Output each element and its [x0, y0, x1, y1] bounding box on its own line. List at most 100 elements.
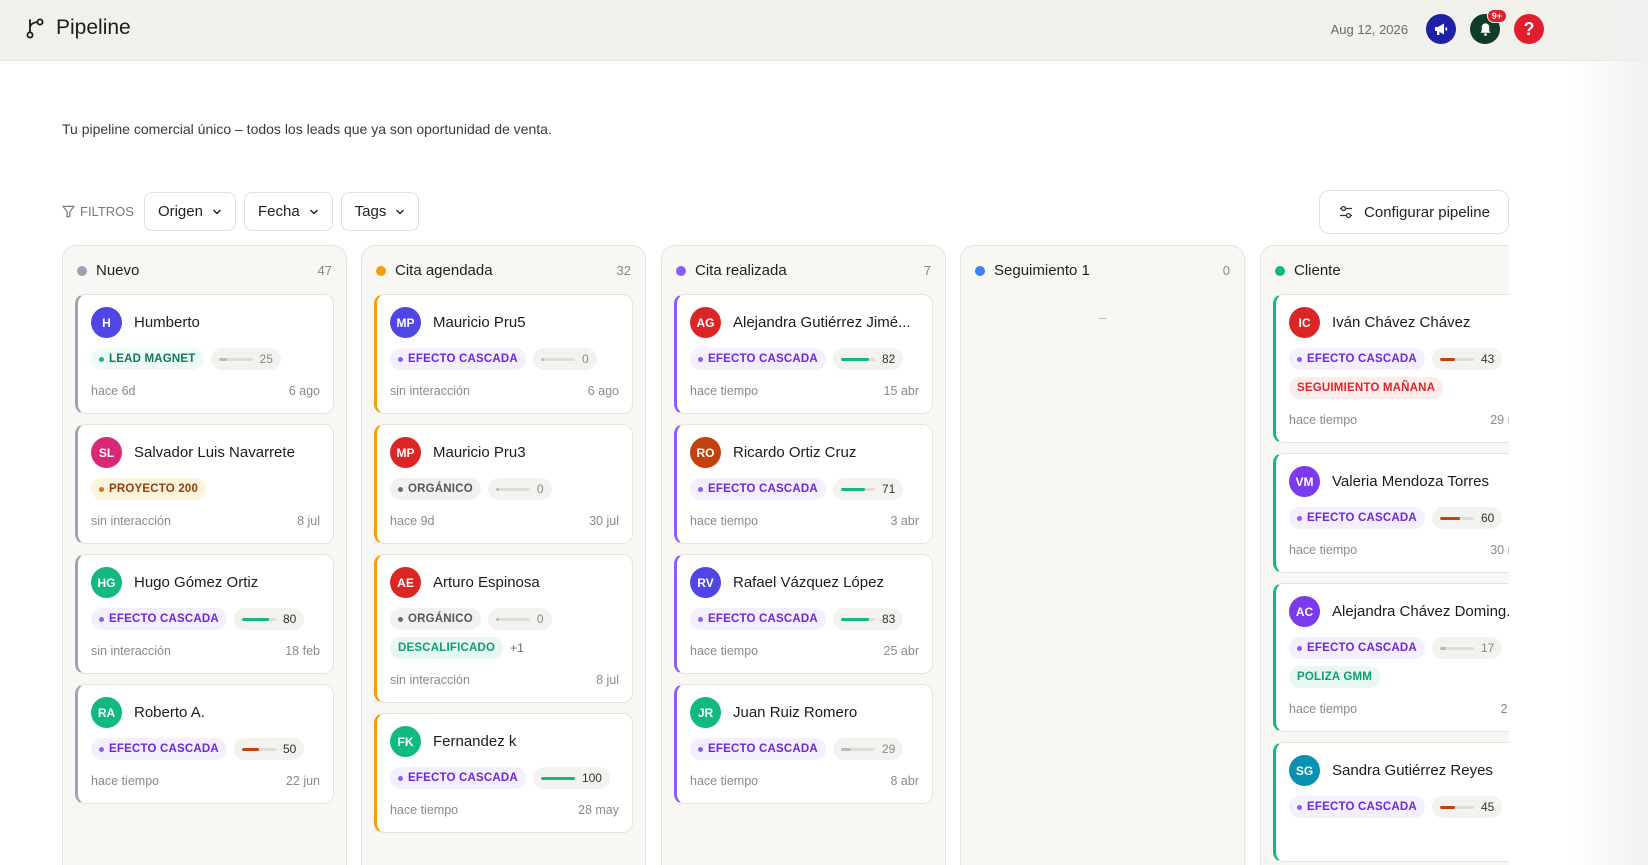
lead-score-value: 50 [282, 742, 297, 756]
card-tags-row: LEAD MAGNET 25 [91, 348, 281, 370]
lead-score-value: 80 [282, 612, 297, 626]
lead-name: Alejandra Chávez Doming... [1332, 603, 1509, 620]
top-bar: Pipeline Aug 12, 2026 9+ ? [0, 0, 1648, 61]
lead-name: Salvador Luis Navarrete [134, 444, 295, 461]
source-tag: EFECTO CASCADA [390, 348, 526, 370]
pipeline-column: Cita agendada 32 MP Mauricio Pru5 EFECTO CAS… [361, 245, 646, 865]
last-interaction: sin interacción [91, 644, 171, 658]
help-button[interactable]: ? [1514, 14, 1544, 44]
column-count: 47 [317, 263, 332, 278]
source-tag-label: EFECTO CASCADA [408, 353, 518, 365]
avatar: RA [91, 697, 122, 728]
avatar: JR [690, 697, 721, 728]
filter-tags-label: Tags [354, 203, 387, 220]
score-bar [495, 487, 530, 491]
card-header: AG Alejandra Gutiérrez Jimé... [690, 307, 922, 338]
lead-card[interactable]: MP Mauricio Pru5 EFECTO CASCADA 0 sin intera… [374, 294, 633, 414]
configure-pipeline-button[interactable]: Configurar pipeline [1319, 190, 1509, 234]
pipeline-board: Nuevo 47 H Humberto LEAD MAGNET 25 hace 6d 6 ag… [62, 245, 1509, 865]
column-header: Cita realizada 7 [676, 262, 931, 279]
lead-score: 17 [1431, 637, 1503, 659]
lead-card[interactable]: H Humberto LEAD MAGNET 25 hace 6d 6 ago [75, 294, 334, 414]
lead-card[interactable]: SL Salvador Luis Navarrete PROYECTO 200 sin… [75, 424, 334, 544]
lead-name: Fernandez k [433, 733, 517, 750]
lead-score: 0 [487, 478, 552, 500]
column-status-dot [77, 265, 87, 276]
source-tag: EFECTO CASCADA [390, 767, 526, 789]
status-tag: SEGUIMIENTO MAÑANA [1289, 377, 1444, 399]
filter-tags-dropdown[interactable]: Tags [340, 192, 420, 231]
lead-name: Roberto A. [134, 704, 205, 721]
card-header: JR Juan Ruiz Romero [690, 697, 922, 728]
lead-card[interactable]: FK Fernandez k EFECTO CASCADA 100 hace tiemp… [374, 713, 633, 833]
lead-score: 83 [832, 608, 904, 630]
lead-card[interactable]: AG Alejandra Gutiérrez Jimé... EFECTO CASC… [674, 294, 933, 414]
source-tag-label: EFECTO CASCADA [408, 772, 518, 784]
lead-card[interactable]: IC Iván Chávez Chávez EFECTO CASCADA 43 SEGU… [1273, 294, 1509, 443]
lead-card[interactable]: RO Ricardo Ortiz Cruz EFECTO CASCADA 71 hace… [674, 424, 933, 544]
pipeline-icon [26, 18, 44, 39]
source-tag-label: EFECTO CASCADA [708, 353, 818, 365]
tag-dot-icon [398, 356, 403, 362]
card-header: HG Hugo Gómez Ortiz [91, 567, 323, 598]
lead-score-value: 29 [881, 742, 896, 756]
filter-fecha-dropdown[interactable]: Fecha [243, 192, 333, 231]
last-interaction: hace tiempo [91, 774, 160, 788]
lead-name: Juan Ruiz Romero [733, 704, 858, 721]
card-date: 22 jun [285, 774, 320, 788]
lead-score-value: 43 [1480, 352, 1495, 366]
notifications-button[interactable]: 9+ [1470, 9, 1507, 44]
lead-card[interactable]: JR Juan Ruiz Romero EFECTO CASCADA 29 hace t… [674, 684, 933, 804]
announcements-button[interactable] [1426, 14, 1456, 44]
source-tag-label: EFECTO CASCADA [1307, 801, 1417, 813]
card-header: RO Ricardo Ortiz Cruz [690, 437, 922, 468]
source-tag: EFECTO CASCADA [1289, 507, 1425, 529]
source-tag: ORGÁNICO [390, 478, 481, 500]
filter-origen-dropdown[interactable]: Origen [143, 192, 236, 231]
lead-score: 80 [233, 608, 305, 630]
tag-dot-icon [698, 356, 703, 362]
source-tag-label: EFECTO CASCADA [109, 613, 219, 625]
lead-card[interactable]: MP Mauricio Pru3 ORGÁNICO 0 hace 9d 30 jul [374, 424, 633, 544]
top-actions: Aug 12, 2026 9+ ? [1330, 9, 1544, 44]
lead-card[interactable]: HG Hugo Gómez Ortiz EFECTO CASCADA 80 sin in… [75, 554, 334, 674]
tag-dot-icon [99, 746, 104, 752]
lead-card[interactable]: AC Alejandra Chávez Doming... EFECTO CASCA… [1273, 583, 1509, 732]
score-bar-fill [241, 617, 270, 621]
lead-card[interactable]: AE Arturo Espinosa ORGÁNICO 0 DESCALIFICADO +… [374, 554, 633, 703]
lead-card[interactable]: VM Valeria Mendoza Torres EFECTO CASCADA 60… [1273, 453, 1509, 573]
card-tags-row: EFECTO CASCADA 60 [1289, 507, 1503, 529]
last-interaction: hace tiempo [690, 384, 759, 398]
card-header: MP Mauricio Pru5 [390, 307, 622, 338]
card-header: H Humberto [91, 307, 323, 338]
card-header: AE Arturo Espinosa [390, 567, 622, 598]
source-tag: PROYECTO 200 [91, 478, 207, 500]
score-bar-fill [495, 487, 499, 491]
lead-score-value: 0 [536, 612, 544, 626]
lead-score-value: 82 [881, 352, 896, 366]
tag-dot-icon [99, 356, 104, 362]
score-bar-fill [495, 617, 499, 621]
lead-card[interactable]: SG Sandra Gutiérrez Reyes EFECTO CASCADA 45 [1273, 742, 1509, 862]
avatar: IC [1289, 307, 1320, 338]
lead-card[interactable]: RV Rafael Vázquez López EFECTO CASCADA 83 ha… [674, 554, 933, 674]
current-date: Aug 12, 2026 [1330, 21, 1408, 37]
pipeline-column: Cita realizada 7 AG Alejandra Gutiérrez Jim… [661, 245, 946, 865]
card-footer: sin interacción 18 feb [91, 644, 320, 658]
lead-score: 100 [532, 767, 610, 789]
card-date: 18 feb [285, 644, 320, 658]
lead-score: 45 [1431, 796, 1503, 818]
score-bar-fill [840, 487, 866, 491]
lead-name: Humberto [134, 314, 200, 331]
lead-card[interactable]: RA Roberto A. EFECTO CASCADA 50 hace tiempo 2… [75, 684, 334, 804]
card-footer: hace tiempo 28 may [390, 803, 619, 817]
score-bar-fill [241, 747, 259, 751]
score-bar [840, 617, 875, 621]
avatar: RV [690, 567, 721, 598]
card-footer: hace 9d 30 jul [390, 514, 619, 528]
source-tag-label: ORGÁNICO [408, 483, 473, 495]
column-header: Cliente [1275, 262, 1509, 279]
avatar: AG [690, 307, 721, 338]
status-tag: DESCALIFICADO [390, 637, 504, 659]
source-tag: EFECTO CASCADA [690, 738, 826, 760]
